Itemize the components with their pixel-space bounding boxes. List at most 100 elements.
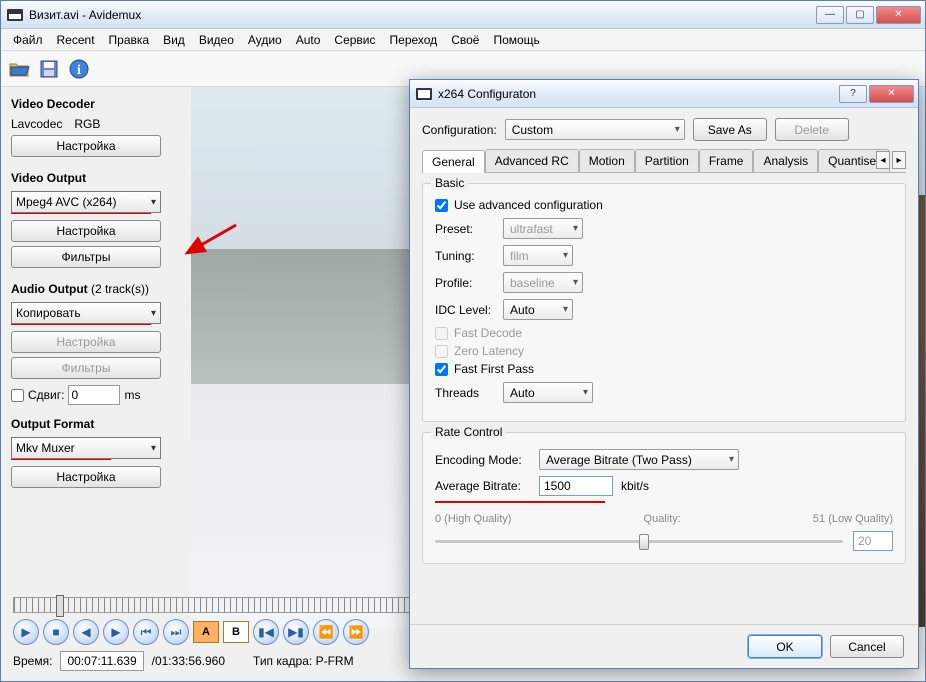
go-marker-a-button[interactable]: ▮◀ bbox=[253, 619, 279, 645]
menu-custom[interactable]: Своё bbox=[445, 31, 485, 49]
dialog-titlebar: x264 Configuraton ? ✕ bbox=[410, 80, 918, 108]
next-keyframe-button[interactable]: ⏭ bbox=[163, 619, 189, 645]
video-decoder-title: Video Decoder bbox=[11, 97, 181, 111]
menu-recent[interactable]: Recent bbox=[51, 31, 101, 49]
video-output-title: Video Output bbox=[11, 171, 181, 185]
menu-go[interactable]: Переход bbox=[384, 31, 444, 49]
audio-settings-button[interactable]: Настройка bbox=[11, 331, 161, 353]
muxer-settings-button[interactable]: Настройка bbox=[11, 466, 161, 488]
menu-audio[interactable]: Аудио bbox=[242, 31, 288, 49]
dialog-footer: OK Cancel bbox=[410, 624, 918, 668]
maximize-button[interactable]: ▢ bbox=[846, 6, 874, 24]
kbits-label: kbit/s bbox=[621, 479, 649, 493]
tab-frame[interactable]: Frame bbox=[699, 149, 754, 172]
fast-first-pass-checkbox[interactable] bbox=[435, 363, 448, 376]
audio-filters-button[interactable]: Фильтры bbox=[11, 357, 161, 379]
quality-value bbox=[853, 531, 893, 551]
idc-combo[interactable]: Auto bbox=[503, 299, 573, 320]
quality-label: Quality: bbox=[644, 513, 681, 525]
shift-checkbox[interactable] bbox=[11, 389, 24, 402]
rate-control-group: Rate Control Encoding Mode:Average Bitra… bbox=[422, 432, 906, 564]
titlebar: Визит.avi - Avidemux — ▢ ✕ bbox=[1, 1, 925, 29]
time-value[interactable]: 00:07:11.639 bbox=[60, 651, 143, 671]
close-button[interactable]: ✕ bbox=[876, 6, 921, 24]
main-window: Визит.avi - Avidemux — ▢ ✕ Файл Recent П… bbox=[0, 0, 926, 682]
menu-tools[interactable]: Сервис bbox=[328, 31, 381, 49]
menu-help[interactable]: Помощь bbox=[487, 31, 545, 49]
tab-analysis[interactable]: Analysis bbox=[753, 149, 818, 172]
use-advanced-checkbox[interactable] bbox=[435, 199, 448, 212]
decoder-settings-button[interactable]: Настройка bbox=[11, 135, 161, 157]
menu-edit[interactable]: Правка bbox=[103, 31, 156, 49]
menu-file[interactable]: Файл bbox=[7, 31, 49, 49]
menu-video[interactable]: Видео bbox=[193, 31, 240, 49]
tab-scroll-left[interactable]: ◂ bbox=[876, 151, 890, 169]
tab-scroll-right[interactable]: ▸ bbox=[892, 151, 906, 169]
preset-combo[interactable]: ultrafast bbox=[503, 218, 583, 239]
idc-label: IDC Level: bbox=[435, 303, 495, 317]
fast-decode-checkbox bbox=[435, 327, 448, 340]
menubar: Файл Recent Правка Вид Видео Аудио Auto … bbox=[1, 29, 925, 51]
encoding-mode-label: Encoding Mode: bbox=[435, 453, 531, 467]
fast-decode-label: Fast Decode bbox=[454, 326, 522, 340]
audio-codec-combo[interactable]: Копировать bbox=[11, 302, 161, 324]
tab-motion[interactable]: Motion bbox=[579, 149, 635, 172]
video-codec-combo[interactable]: Mpeg4 AVC (x264) bbox=[11, 191, 161, 213]
annotation-underline-4 bbox=[435, 501, 605, 503]
fast-first-pass-label: Fast First Pass bbox=[454, 362, 534, 376]
timeline-handle[interactable] bbox=[56, 595, 64, 617]
preset-label: Preset: bbox=[435, 222, 495, 236]
lq-label: 51 (Low Quality) bbox=[813, 513, 893, 525]
video-codec-value: Mpeg4 AVC (x264) bbox=[16, 195, 117, 209]
prev-black-button[interactable]: ⏪ bbox=[313, 619, 339, 645]
bitrate-input[interactable] bbox=[539, 476, 613, 496]
threads-label: Threads bbox=[435, 386, 495, 400]
cancel-button[interactable]: Cancel bbox=[830, 635, 904, 658]
dialog-icon bbox=[416, 86, 432, 102]
prev-keyframe-button[interactable]: ⏮ bbox=[133, 619, 159, 645]
minimize-button[interactable]: — bbox=[816, 6, 844, 24]
shift-input[interactable] bbox=[68, 385, 120, 405]
prev-frame-button[interactable]: ◀ bbox=[73, 619, 99, 645]
next-black-button[interactable]: ⏩ bbox=[343, 619, 369, 645]
lavcodec-label: Lavcodec bbox=[11, 117, 62, 131]
go-marker-b-button[interactable]: ▶▮ bbox=[283, 619, 309, 645]
open-icon[interactable] bbox=[7, 57, 31, 81]
frame-type-label: Тип кадра: P-FRM bbox=[253, 654, 354, 668]
save-icon[interactable] bbox=[37, 57, 61, 81]
profile-label: Profile: bbox=[435, 276, 495, 290]
avg-bitrate-label: Average Bitrate: bbox=[435, 479, 531, 493]
rgb-label: RGB bbox=[74, 117, 100, 131]
marker-a-button[interactable]: A bbox=[193, 621, 219, 643]
threads-combo[interactable]: Auto bbox=[503, 382, 593, 403]
save-as-button[interactable]: Save As bbox=[693, 118, 767, 141]
menu-auto[interactable]: Auto bbox=[290, 31, 327, 49]
profile-combo[interactable]: baseline bbox=[503, 272, 583, 293]
quality-slider[interactable] bbox=[435, 531, 843, 551]
play-button[interactable]: ▶ bbox=[13, 619, 39, 645]
tab-advanced-rc[interactable]: Advanced RC bbox=[485, 149, 579, 172]
left-panel: Video Decoder Lavcodec RGB Настройка Vid… bbox=[1, 87, 191, 627]
dialog-help-button[interactable]: ? bbox=[839, 85, 867, 103]
video-settings-button[interactable]: Настройка bbox=[11, 220, 161, 242]
tab-partition[interactable]: Partition bbox=[635, 149, 699, 172]
video-filters-button[interactable]: Фильтры bbox=[11, 246, 161, 268]
audio-output-title: Audio Output (2 track(s)) bbox=[11, 282, 181, 296]
dialog-close-button[interactable]: ✕ bbox=[869, 85, 914, 103]
muxer-combo[interactable]: Mkv Muxer bbox=[11, 437, 161, 459]
tab-general[interactable]: General bbox=[422, 150, 485, 173]
basic-title: Basic bbox=[431, 176, 468, 190]
dialog-title: x264 Configuraton bbox=[438, 87, 839, 101]
ok-button[interactable]: OK bbox=[748, 635, 822, 658]
configuration-combo[interactable]: Custom bbox=[505, 119, 685, 140]
marker-b-button[interactable]: B bbox=[223, 621, 249, 643]
stop-button[interactable]: ■ bbox=[43, 619, 69, 645]
tuning-combo[interactable]: film bbox=[503, 245, 573, 266]
zero-latency-checkbox bbox=[435, 345, 448, 358]
encoding-mode-combo[interactable]: Average Bitrate (Two Pass) bbox=[539, 449, 739, 470]
menu-view[interactable]: Вид bbox=[157, 31, 191, 49]
next-frame-button[interactable]: ▶ bbox=[103, 619, 129, 645]
info-icon[interactable]: i bbox=[67, 57, 91, 81]
delete-button[interactable]: Delete bbox=[775, 118, 849, 141]
audio-codec-value: Копировать bbox=[16, 306, 81, 320]
